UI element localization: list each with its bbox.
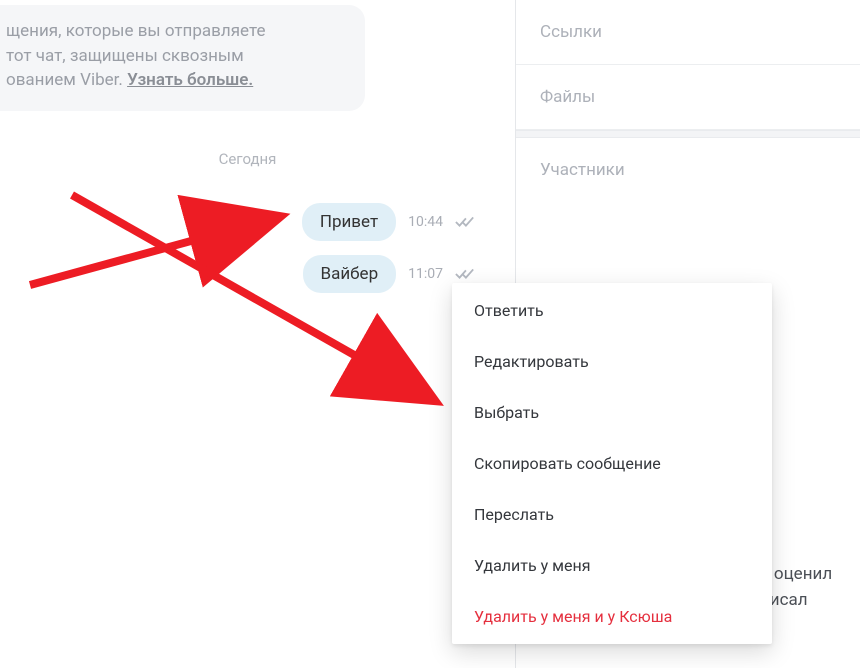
truncated-text: о оценил писал [760,562,850,613]
message-context-menu: Ответить Редактировать Выбрать Скопирова… [452,283,772,644]
side-separator [516,130,860,138]
menu-delete-me[interactable]: Удалить у меня [452,540,772,591]
menu-forward[interactable]: Переслать [452,489,772,540]
encryption-info-bubble: щения, которые вы отправляете тот чат, з… [0,5,365,111]
learn-more-link[interactable]: Узнать больше. [127,70,253,90]
double-check-icon [455,267,475,281]
message-bubble[interactable]: Вайбер [303,255,397,293]
menu-edit[interactable]: Редактировать [452,336,772,387]
menu-delete-both[interactable]: Удалить у меня и у Ксюша [452,591,772,642]
info-text-line2: тот чат, защищены сквозным [6,46,244,66]
double-check-icon [455,215,475,229]
message-time: 11:07 [408,266,443,282]
message-time: 10:44 [408,214,443,230]
menu-copy[interactable]: Скопировать сообщение [452,438,772,489]
info-text-line3: ованием Viber. [6,70,127,90]
side-section-files[interactable]: Файлы [516,65,860,130]
info-text-line1: щения, которые вы отправляете [6,21,265,41]
message-row: Вайбер 11:07 [303,255,476,293]
menu-reply[interactable]: Ответить [452,285,772,336]
message-bubble[interactable]: Привет [302,203,396,241]
message-row: Привет 10:44 [302,203,475,241]
chat-panel: щения, которые вы отправляете тот чат, з… [0,0,495,668]
menu-select[interactable]: Выбрать [452,387,772,438]
side-section-participants[interactable]: Участники [516,138,860,202]
side-section-links[interactable]: Ссылки [516,0,860,65]
date-divider: Сегодня [0,150,495,168]
